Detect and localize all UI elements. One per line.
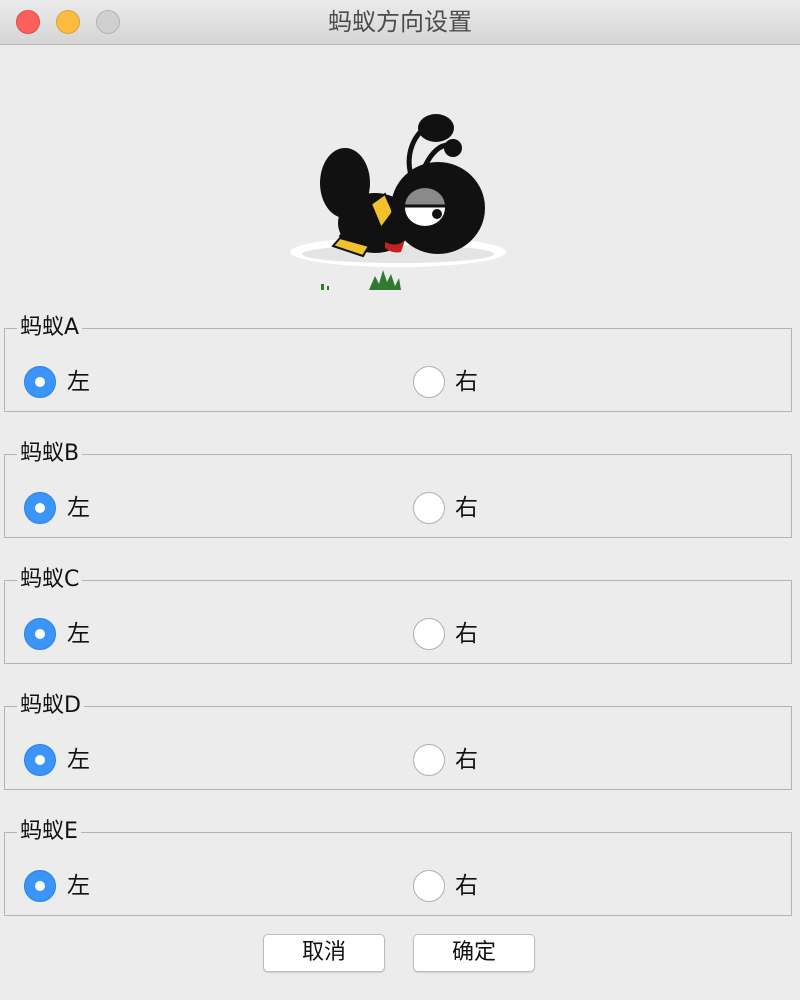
ant-c-right-radio[interactable] [413,618,445,650]
ant-mascot-image [290,114,506,290]
title-bar[interactable]: 蚂蚁方向设置 [0,0,800,45]
ant-e-left-radio[interactable] [24,870,56,902]
confirm-button[interactable]: 确定 [413,934,535,972]
window-title: 蚂蚁方向设置 [328,8,472,36]
ant-e-right-radio[interactable] [413,870,445,902]
ant-a-left-radio[interactable] [24,366,56,398]
ant-d-right-label[interactable]: 右 [455,744,478,776]
ant-a-direction-group: 蚂蚁A 左 右 [4,313,792,412]
ant-b-direction-group: 蚂蚁B 左 右 [4,439,792,538]
ant-d-group-label: 蚂蚁D [17,691,84,721]
ant-d-right-radio[interactable] [413,744,445,776]
ant-b-right-label[interactable]: 右 [455,492,478,524]
ant-e-right-label[interactable]: 右 [455,870,478,902]
ant-b-right-radio[interactable] [413,492,445,524]
cancel-button[interactable]: 取消 [263,934,385,972]
ant-c-right-label[interactable]: 右 [455,618,478,650]
ant-e-left-label[interactable]: 左 [67,870,90,902]
ant-c-group-label: 蚂蚁C [17,565,83,595]
ant-d-left-label[interactable]: 左 [67,744,90,776]
ant-e-direction-group: 蚂蚁E 左 右 [4,817,792,916]
ant-b-left-radio[interactable] [24,492,56,524]
ant-c-direction-group: 蚂蚁C 左 右 [4,565,792,664]
ant-a-group-label: 蚂蚁A [17,313,83,343]
ant-e-group-label: 蚂蚁E [17,817,81,847]
ant-d-direction-group: 蚂蚁D 左 右 [4,691,792,790]
ant-b-group-label: 蚂蚁B [17,439,83,469]
ant-a-left-label[interactable]: 左 [67,366,90,398]
ant-c-left-radio[interactable] [24,618,56,650]
ant-b-left-label[interactable]: 左 [67,492,90,524]
ant-a-right-label[interactable]: 右 [455,366,478,398]
ant-a-right-radio[interactable] [413,366,445,398]
ant-c-left-label[interactable]: 左 [67,618,90,650]
ant-d-left-radio[interactable] [24,744,56,776]
ant-direction-window: 蚂蚁方向设置 蚂蚁A 左 右 蚂蚁B 左 右 蚂蚁C 左 右 蚂蚁D 左 右 蚂… [0,0,800,1000]
